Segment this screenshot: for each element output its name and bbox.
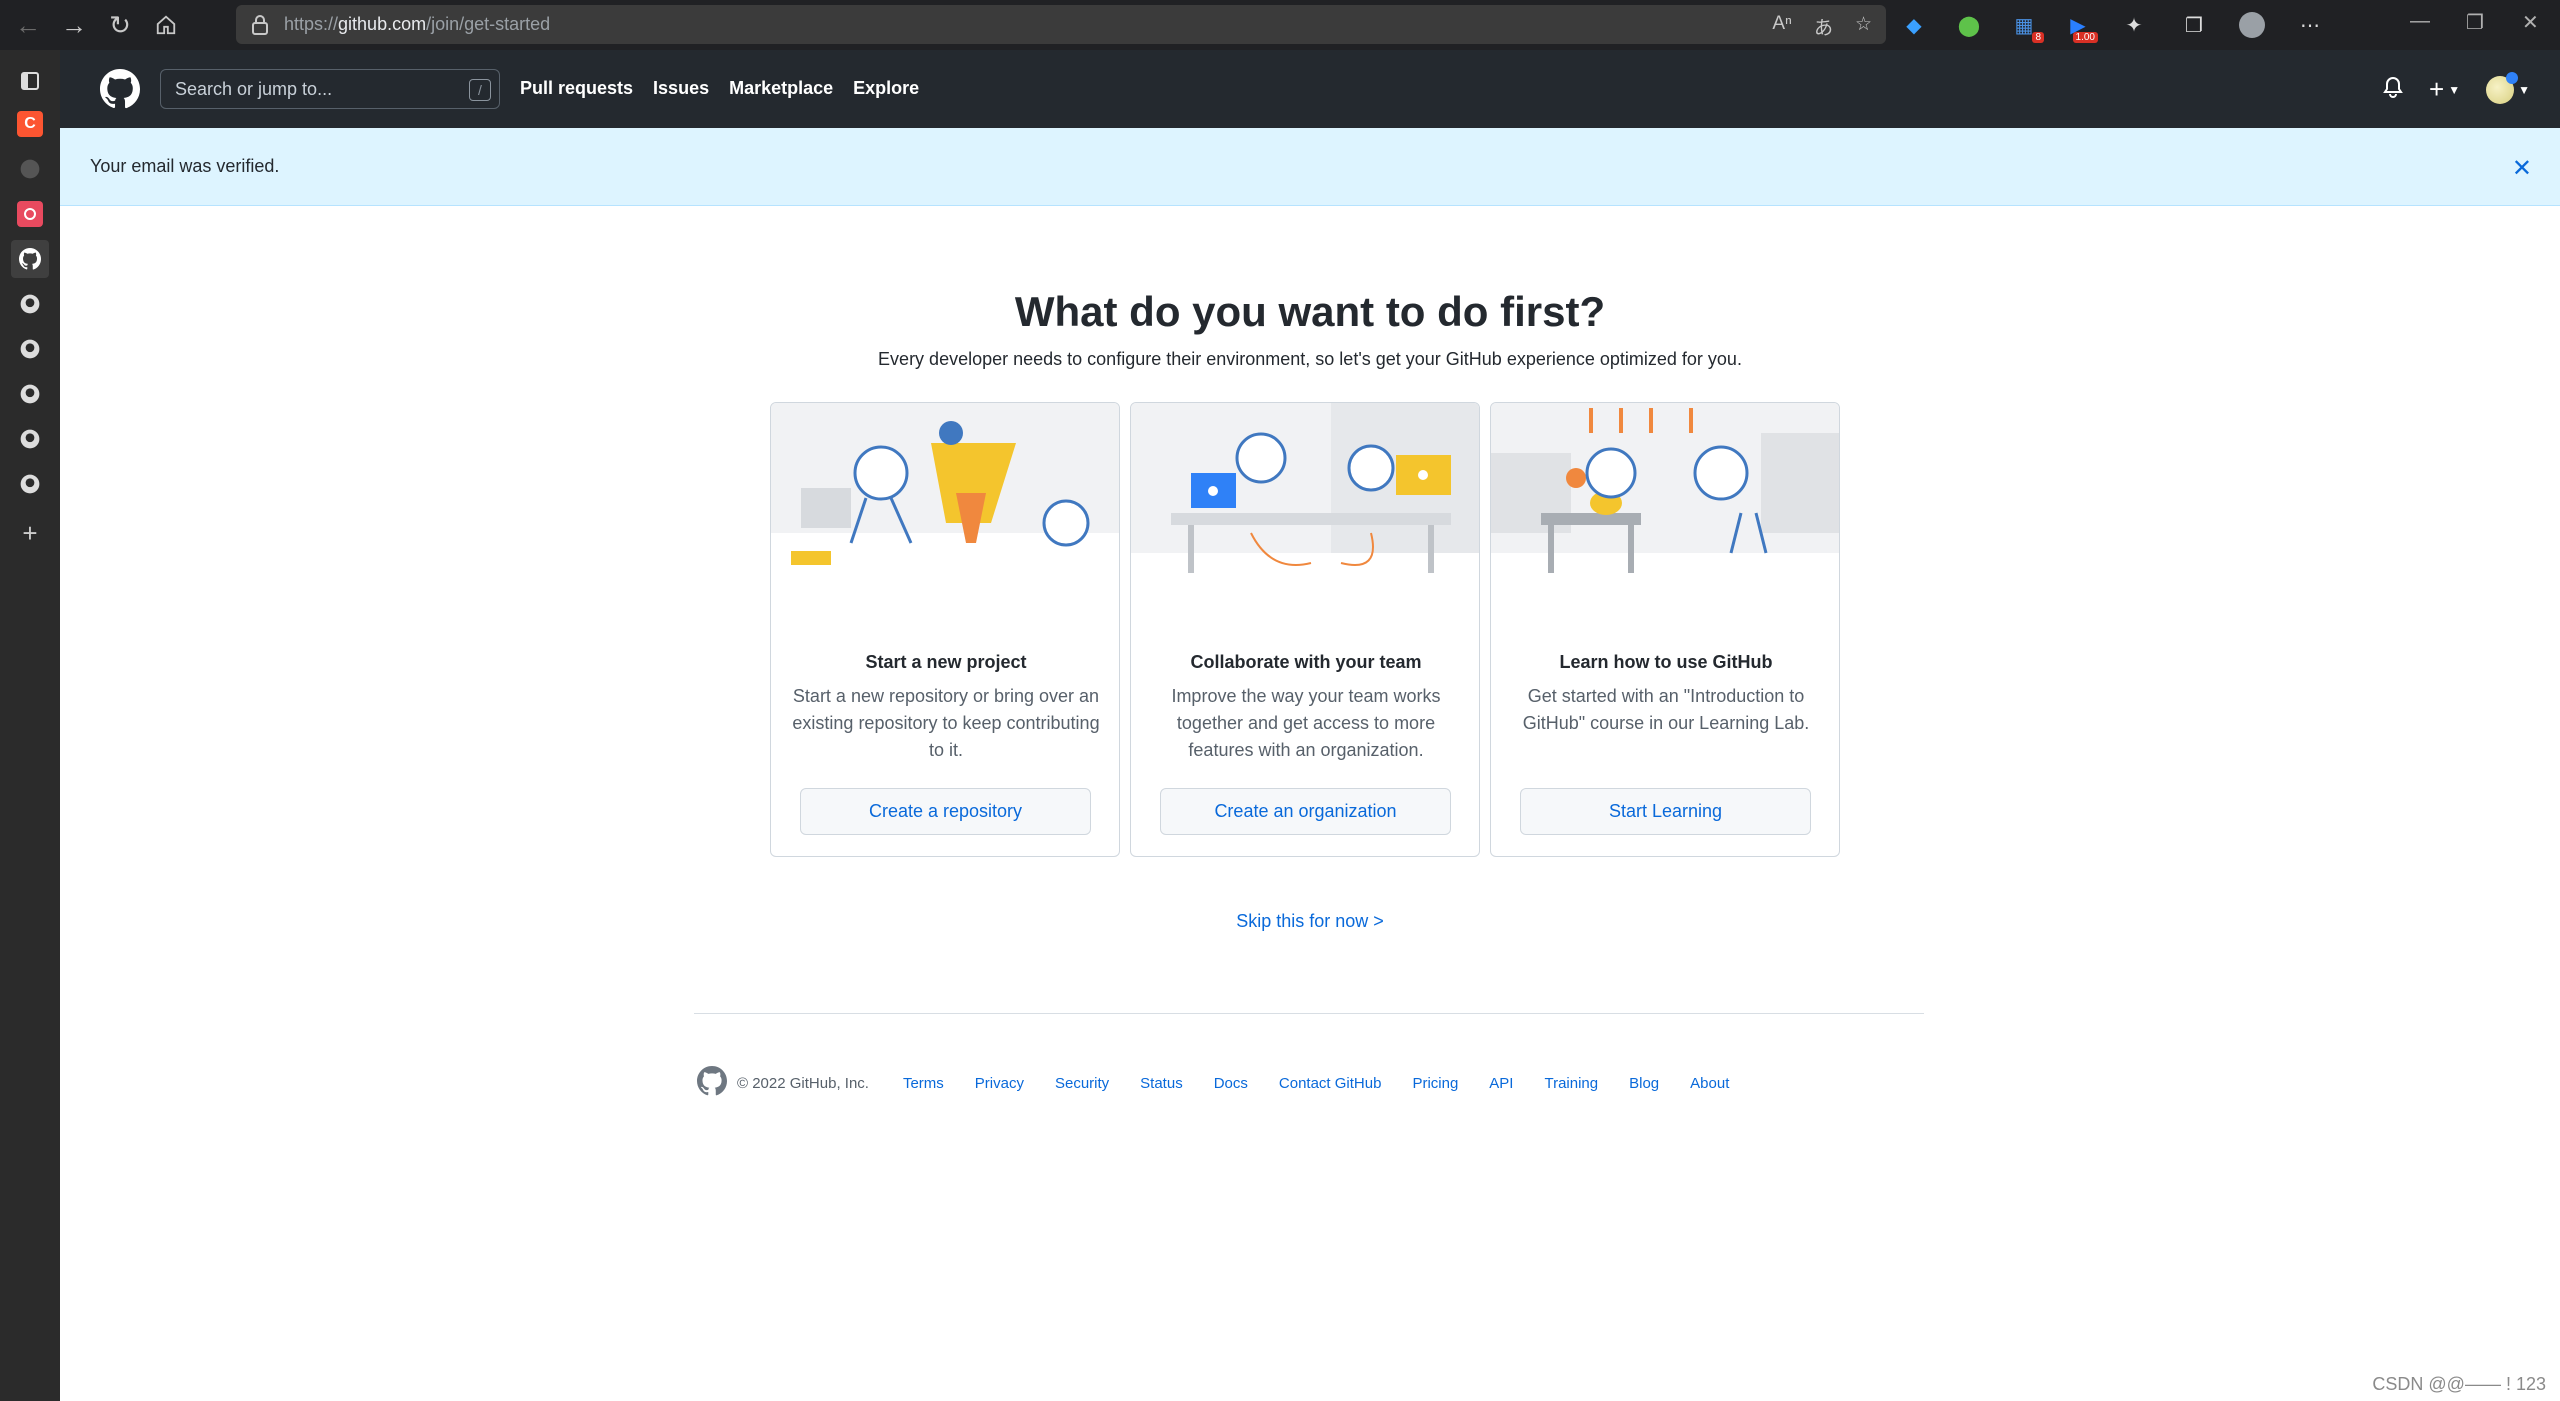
search-shortcut-key: / xyxy=(469,79,491,101)
footer-divider xyxy=(694,1013,1924,1014)
github-mark-icon[interactable] xyxy=(697,1066,728,1100)
lock-icon xyxy=(252,14,268,35)
footer: © 2022 GitHub, Inc. Terms Privacy Securi… xyxy=(697,1066,1760,1100)
favorite-star-icon[interactable]: ☆ xyxy=(1855,13,1872,40)
start-learning-button[interactable]: Start Learning xyxy=(1520,788,1811,835)
csdn-tab-icon[interactable]: C xyxy=(17,111,43,137)
nav-pull-requests[interactable]: Pull requests xyxy=(520,78,633,99)
footer-link-status[interactable]: Status xyxy=(1140,1075,1183,1092)
search-placeholder: Search or jump to... xyxy=(175,78,333,99)
page-subtitle: Every developer needs to configure their… xyxy=(878,349,1742,369)
card-learn: Learn how to use GitHub Get started with… xyxy=(1490,402,1840,857)
collaborate-illustration xyxy=(1131,403,1479,573)
footer-copyright: © 2022 GitHub, Inc. xyxy=(737,1074,869,1092)
skip-link[interactable]: Skip this for now > xyxy=(0,911,2560,932)
search-input[interactable]: Search or jump to... / xyxy=(160,69,500,109)
footer-link-terms[interactable]: Terms xyxy=(903,1075,944,1092)
github-tab-4-icon[interactable] xyxy=(17,381,43,407)
extension-green-icon[interactable]: ⬤ xyxy=(1955,11,1983,39)
github-logo-icon[interactable] xyxy=(100,69,141,114)
home-icon xyxy=(156,15,176,35)
extension-badge-icon[interactable]: ▦ 8 xyxy=(2010,11,2044,43)
vertical-tabs-sidebar: C + xyxy=(0,50,60,1401)
avatar xyxy=(2486,71,2519,104)
create-repository-button[interactable]: Create a repository xyxy=(800,788,1091,835)
nav-explore[interactable]: Explore xyxy=(853,78,919,99)
footer-link-api[interactable]: API xyxy=(1489,1075,1513,1092)
github-tab-5-icon[interactable] xyxy=(17,426,43,452)
reload-button[interactable]: ↻ xyxy=(102,7,138,43)
translate-icon[interactable]: あ xyxy=(1814,13,1833,40)
flash-banner: Your email was verified. ✕ xyxy=(60,128,2560,206)
read-aloud-icon[interactable]: Aⁿ xyxy=(1772,13,1792,40)
extension-blue-icon[interactable]: ◆ xyxy=(1900,11,1928,39)
create-new-dropdown[interactable]: + ▼ xyxy=(2429,74,2460,105)
minimize-icon[interactable]: — xyxy=(2410,10,2430,33)
avatar-status-dot xyxy=(2506,71,2519,84)
new-tab-plus-icon[interactable]: + xyxy=(17,518,43,548)
address-bar[interactable]: https://github.com/join/get-started Aⁿ あ… xyxy=(236,5,1886,44)
user-menu-dropdown[interactable]: ▼ xyxy=(2486,71,2530,104)
red-tab-icon[interactable] xyxy=(17,201,43,227)
close-icon[interactable]: ✕ xyxy=(2512,154,2532,183)
restore-icon[interactable]: ❐ xyxy=(2466,10,2484,35)
flash-message: Your email was verified. xyxy=(90,156,280,176)
github-tab-active-icon[interactable] xyxy=(11,240,49,278)
global-nav: Pull requests Issues Marketplace Explore xyxy=(520,78,919,99)
home-button[interactable] xyxy=(148,7,184,43)
back-button[interactable]: ← xyxy=(10,7,46,43)
extension-video-icon[interactable]: ▶ 1.00 xyxy=(2064,11,2098,43)
caret-down-icon: ▼ xyxy=(2448,82,2461,97)
watermark: CSDN @@—— ! 123 xyxy=(2372,1374,2546,1394)
card-new-project: Start a new project Start a new reposito… xyxy=(770,402,1120,857)
tab-actions-icon[interactable] xyxy=(17,68,43,94)
url-text: https://github.com/join/get-started xyxy=(284,14,551,34)
footer-link-security[interactable]: Security xyxy=(1055,1075,1109,1092)
footer-link-docs[interactable]: Docs xyxy=(1214,1075,1248,1092)
footer-link-contact[interactable]: Contact GitHub xyxy=(1279,1075,1382,1092)
footer-link-about[interactable]: About xyxy=(1690,1075,1729,1092)
github-tab-dim-icon[interactable] xyxy=(17,156,43,182)
footer-link-blog[interactable]: Blog xyxy=(1629,1075,1659,1092)
profile-avatar-icon[interactable] xyxy=(2238,11,2266,39)
card-title: Learn how to use GitHub xyxy=(1559,652,1773,672)
extensions-puzzle-icon[interactable]: ✦ xyxy=(2120,11,2148,39)
card-description: Start a new repository or bring over an … xyxy=(792,686,1100,760)
footer-link-privacy[interactable]: Privacy xyxy=(975,1075,1024,1092)
plus-icon: + xyxy=(2429,74,2445,104)
close-window-icon[interactable]: ✕ xyxy=(2522,10,2539,35)
browser-toolbar: ← → ↻ https://github.com/join/get-starte… xyxy=(0,0,2560,50)
nav-issues[interactable]: Issues xyxy=(653,78,709,99)
create-organization-button[interactable]: Create an organization xyxy=(1160,788,1451,835)
page-title: What do you want to do first? xyxy=(1014,288,1606,335)
github-header: Search or jump to... / Pull requests Iss… xyxy=(60,50,2560,128)
card-collaborate: Collaborate with your team Improve the w… xyxy=(1130,402,1480,857)
card-description: Get started with an "Introduction to Git… xyxy=(1522,686,1810,733)
footer-link-training[interactable]: Training xyxy=(1544,1075,1598,1092)
more-menu-icon[interactable]: ⋯ xyxy=(2296,11,2324,39)
forward-button[interactable]: → xyxy=(56,7,92,43)
card-description: Improve the way your team works together… xyxy=(1171,686,1441,760)
card-title: Start a new project xyxy=(865,652,1027,672)
github-tab-6-icon[interactable] xyxy=(17,471,43,497)
new-project-illustration xyxy=(771,403,1119,583)
learn-illustration xyxy=(1491,403,1839,573)
nav-marketplace[interactable]: Marketplace xyxy=(729,78,833,99)
card-title: Collaborate with your team xyxy=(1190,652,1422,672)
notifications-bell-icon[interactable] xyxy=(2383,76,2403,103)
caret-down-icon: ▼ xyxy=(2518,82,2530,97)
footer-link-pricing[interactable]: Pricing xyxy=(1412,1075,1458,1092)
collections-icon[interactable]: ❐ xyxy=(2180,11,2208,39)
